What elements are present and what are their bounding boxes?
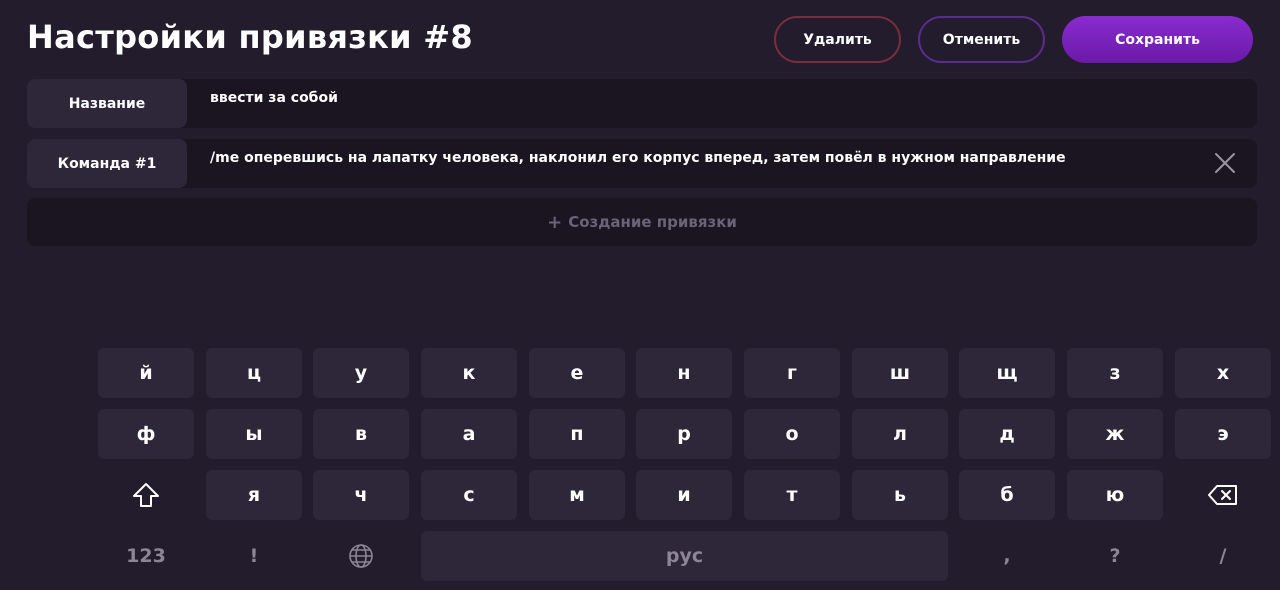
key[interactable]: х [1175, 348, 1271, 398]
key[interactable]: с [421, 470, 517, 520]
comma-key[interactable]: , [959, 531, 1055, 581]
add-binding-label: Создание привязки [568, 213, 737, 231]
save-button[interactable]: Сохранить [1062, 16, 1253, 63]
shift-icon [131, 481, 161, 509]
backspace-icon [1207, 484, 1239, 506]
key[interactable]: ш [852, 348, 948, 398]
key[interactable]: п [529, 409, 625, 459]
key[interactable]: э [1175, 409, 1271, 459]
key[interactable]: р [636, 409, 732, 459]
exclamation-key[interactable]: ! [206, 531, 302, 581]
key[interactable]: ч [313, 470, 409, 520]
key[interactable]: ц [206, 348, 302, 398]
key[interactable]: г [744, 348, 840, 398]
key[interactable]: ф [98, 409, 194, 459]
virtual-keyboard: й ц у к е н г ш щ з х ф ы в а п р о л д … [0, 340, 1280, 590]
numbers-key[interactable]: 123 [98, 531, 194, 581]
command-input[interactable]: /me оперевшись на лапатку человека, накл… [210, 150, 1066, 166]
key[interactable]: з [1067, 348, 1163, 398]
key[interactable]: к [421, 348, 517, 398]
key[interactable]: ю [1067, 470, 1163, 520]
header: Настройки привязки #8 Удалить Отменить С… [0, 0, 1280, 78]
question-key[interactable]: ? [1067, 531, 1163, 581]
cancel-button[interactable]: Отменить [918, 16, 1045, 63]
key[interactable]: е [529, 348, 625, 398]
key[interactable]: в [313, 409, 409, 459]
key[interactable]: о [744, 409, 840, 459]
language-key[interactable] [313, 531, 409, 581]
key[interactable]: м [529, 470, 625, 520]
key[interactable]: ж [1067, 409, 1163, 459]
backspace-key[interactable] [1175, 470, 1271, 520]
command-row: Команда #1 /me оперевшись на лапатку чел… [27, 139, 1257, 188]
key[interactable]: ы [206, 409, 302, 459]
key[interactable]: и [636, 470, 732, 520]
page-title: Настройки привязки #8 [27, 18, 473, 56]
key[interactable]: щ [959, 348, 1055, 398]
key[interactable]: д [959, 409, 1055, 459]
key[interactable]: я [206, 470, 302, 520]
space-key[interactable]: рус [421, 531, 948, 581]
name-input[interactable]: ввести за собой [210, 90, 338, 106]
key[interactable]: т [744, 470, 840, 520]
close-icon[interactable] [1213, 151, 1237, 175]
command-label: Команда #1 [27, 139, 187, 188]
key[interactable]: а [421, 409, 517, 459]
add-binding-button[interactable]: + Создание привязки [27, 198, 1257, 246]
key[interactable]: у [313, 348, 409, 398]
slash-key[interactable]: / [1175, 531, 1271, 581]
globe-icon [348, 543, 374, 569]
name-label: Название [27, 79, 187, 128]
key[interactable]: б [959, 470, 1055, 520]
shift-key[interactable] [98, 470, 194, 520]
key[interactable]: н [636, 348, 732, 398]
name-row: Название ввести за собой [27, 79, 1257, 128]
delete-button[interactable]: Удалить [774, 16, 901, 63]
key[interactable]: й [98, 348, 194, 398]
plus-icon: + [547, 211, 563, 233]
key[interactable]: л [852, 409, 948, 459]
key[interactable]: ь [852, 470, 948, 520]
